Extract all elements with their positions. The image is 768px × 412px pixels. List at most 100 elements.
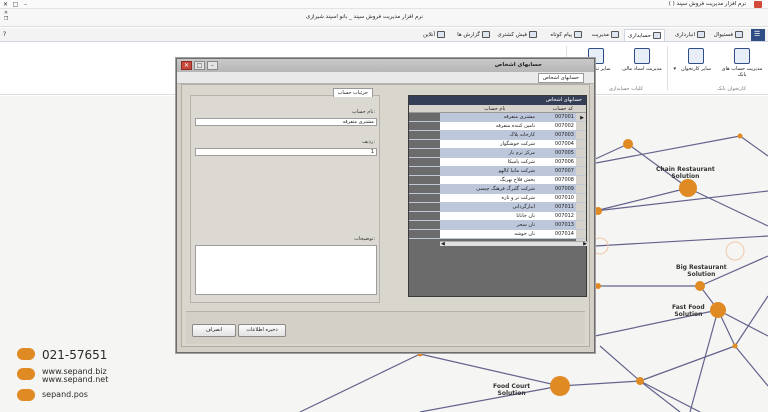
- accounts-dialog: ✕ □ – حسابهای اشخاص حسابهای اشخاص جزئیات…: [176, 58, 595, 353]
- table-row[interactable]: مشتری متفرقه 007001: [409, 113, 586, 122]
- account-code-cell: 007013: [554, 222, 574, 228]
- account-name-cell: انبارگردانی: [512, 204, 535, 210]
- inventory-icon: [697, 31, 705, 38]
- dialog-close-button[interactable]: ✕: [181, 61, 192, 70]
- save-button[interactable]: ذخیره اطلاعات: [238, 324, 286, 337]
- table-row[interactable]: شرکت پامیکا 007006: [409, 158, 586, 167]
- description-label: توضیحات:: [354, 236, 375, 242]
- dialog-footer: ذخیره اطلاعات انصراف: [186, 311, 585, 344]
- account-name-cell: مرکز نرم یار: [508, 150, 535, 156]
- card-reader-button[interactable]: سایر کارتخوان: [674, 48, 718, 82]
- ribbon-button-label: سایر کارتخوان: [680, 66, 712, 72]
- accounts-grid: حسابهای اشخاص کد حساب نام حساب ▶ مشتری م…: [408, 95, 588, 297]
- table-row[interactable]: انبارگردانی 007011: [409, 203, 586, 212]
- festival-icon: [735, 31, 743, 38]
- tab-label: گزارش ها: [457, 32, 480, 38]
- tab-accounting[interactable]: حسابداری: [624, 29, 665, 41]
- row-field[interactable]: 1: [195, 148, 377, 156]
- table-row[interactable]: نان جانانا 007012: [409, 212, 586, 221]
- tab-sms[interactable]: پیام کوتاه: [547, 29, 585, 41]
- account-code-cell: 007011: [554, 204, 574, 210]
- account-code-cell: 007007: [554, 168, 574, 174]
- table-row[interactable]: شرکت مانیا کالهو 007007: [409, 167, 586, 176]
- table-row[interactable]: کارخانه پلاک 007003: [409, 131, 586, 140]
- table-row[interactable]: تامین کننده متفرقه 007002: [409, 122, 586, 131]
- ribbon-button-label: مدیریت حساب های بانک: [721, 66, 763, 78]
- tab-reports[interactable]: گزارش ها: [454, 29, 493, 41]
- account-name-cell: کارخانه پلاک: [509, 132, 535, 138]
- document-bar: ✕ ❐ نرم افزار مدیریت فروش سپند _ بانو اس…: [0, 9, 768, 27]
- group-separator: [667, 46, 668, 90]
- column-header-code[interactable]: کد حساب: [553, 105, 573, 113]
- big-restaurant-label: Big Restaurant Solution: [676, 264, 727, 278]
- account-name-cell: مشتری متفرقه: [503, 114, 535, 120]
- table-row[interactable]: شرکت گلبرگ فرهنگ چیسی 007009: [409, 185, 586, 194]
- dialog-tabbar: حسابهای اشخاص: [177, 72, 594, 84]
- ribbon-button-label: مدیریت اسناد مالی: [622, 66, 662, 72]
- account-name-cell: تامین کننده متفرقه: [495, 123, 535, 129]
- web-icon: [17, 368, 35, 380]
- table-row[interactable]: پخش فلاح بهرنگ 007008: [409, 176, 586, 185]
- tab-inventory[interactable]: انبارداری: [672, 29, 708, 41]
- tab-label: آنلاین: [422, 32, 435, 38]
- group-label: کلیات حسابداری: [608, 86, 643, 92]
- document-title: نرم افزار مدیریت فروش سپند _ بانو اسپند …: [306, 14, 423, 20]
- maximize-window-button[interactable]: □: [11, 0, 20, 9]
- scroll-right-icon[interactable]: ▶: [583, 241, 587, 247]
- tab-online[interactable]: آنلاین: [420, 29, 448, 41]
- tab-festival[interactable]: فستیوال: [711, 29, 746, 41]
- account-code-cell: 007001: [554, 114, 574, 120]
- tab-label: حسابداری: [628, 33, 651, 39]
- account-code-cell: 007006: [554, 159, 574, 165]
- details-tab[interactable]: جزئیات حساب: [332, 88, 373, 97]
- financial-docs-button[interactable]: مدیریت اسناد مالی: [620, 48, 664, 82]
- tab-label: پیام کوتاه: [550, 32, 572, 38]
- bank-accounts-button[interactable]: مدیریت حساب های بانک: [720, 48, 764, 82]
- table-row[interactable]: نان سحر 007013: [409, 221, 586, 230]
- tab-management[interactable]: مدیریت: [589, 29, 622, 41]
- account-code-cell: 007009: [554, 186, 574, 192]
- website-2: www.sepand.net: [42, 375, 109, 384]
- column-header-name[interactable]: نام حساب: [484, 105, 505, 113]
- dialog-minimize-button[interactable]: –: [207, 61, 218, 70]
- help-icon[interactable]: ?: [3, 31, 6, 38]
- table-row[interactable]: مرکز نرم یار 007005: [409, 149, 586, 158]
- tab-receipt[interactable]: فیش کشتری: [494, 29, 540, 41]
- dropdown-arrow-icon[interactable]: ▾: [673, 66, 676, 72]
- account-code-cell: 007005: [554, 150, 574, 156]
- accounting-icon: [653, 32, 661, 39]
- dialog-tab[interactable]: حسابهای اشخاص: [537, 73, 584, 83]
- table-row[interactable]: نان خوشه 007014: [409, 230, 586, 239]
- doc-restore-icon[interactable]: ❐: [2, 16, 10, 22]
- group-label: کارتخوان بانک: [717, 86, 746, 92]
- tab-label: فستیوال: [713, 32, 733, 38]
- account-name-cell: شرکت پامیکا: [507, 159, 535, 165]
- table-row[interactable]: شرکت تر و تازه 007010: [409, 194, 586, 203]
- title-bar: ✕ □ – نرم افزار مدیریت فروش سپند ( ): [0, 0, 768, 9]
- minimize-window-button[interactable]: –: [21, 0, 30, 9]
- account-code-cell: 007003: [554, 132, 574, 138]
- account-name-cell: نان خوشه: [514, 231, 535, 237]
- grid-scrollbar[interactable]: ◀ ▶: [440, 241, 588, 247]
- account-code-cell: 007002: [554, 123, 574, 129]
- close-window-button[interactable]: ✕: [1, 0, 10, 9]
- chain-restaurant-label: Chain Restaurant Solution: [656, 166, 715, 180]
- ribbon-tabs: ☰ فستیوال انبارداری حسابداری مدیریت پیام…: [0, 28, 768, 42]
- report-icon: [482, 31, 490, 38]
- cancel-button[interactable]: انصراف: [192, 324, 236, 337]
- tab-menu[interactable]: ☰: [751, 29, 765, 41]
- dialog-title: حسابهای اشخاص: [494, 62, 542, 68]
- bank-card-icon: [734, 48, 750, 64]
- dialog-maximize-button[interactable]: □: [194, 61, 205, 70]
- account-name-field[interactable]: مشتری متفرقه: [195, 118, 377, 126]
- table-row[interactable]: شرکت خوشگوار 007004: [409, 140, 586, 149]
- account-code-cell: 007012: [554, 213, 574, 219]
- instagram-handle: sepand.pos: [42, 390, 88, 399]
- globe-icon: [437, 31, 445, 38]
- account-code-cell: 007010: [554, 195, 574, 201]
- description-field[interactable]: [195, 245, 377, 295]
- app-logo-icon: [754, 1, 762, 8]
- menu-icon: ☰: [754, 30, 761, 38]
- phone-number: 021-57651: [42, 348, 108, 362]
- scroll-left-icon[interactable]: ◀: [441, 241, 445, 247]
